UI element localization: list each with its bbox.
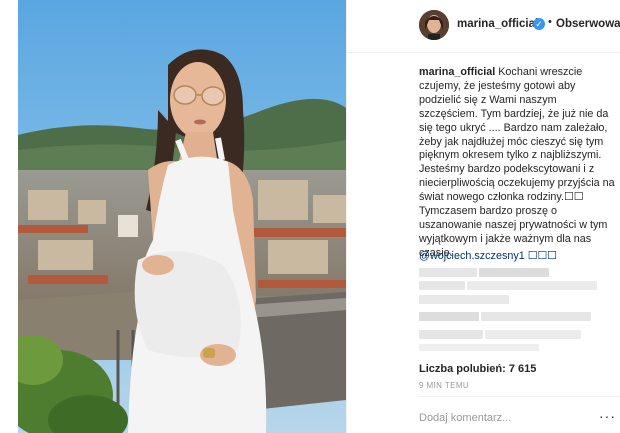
post-photo[interactable] (18, 0, 346, 433)
post-timestamp: 9 MIN TEMU (419, 381, 470, 390)
blurred-comment-line (419, 344, 539, 351)
blurred-comment-line (419, 281, 465, 290)
blurred-comment-line (419, 312, 479, 321)
post-header: marina_official ✓ • Obserwowanie (347, 0, 620, 53)
instagram-post: marina_official ✓ • Obserwowanie marina_… (0, 0, 620, 433)
blurred-comment-line (419, 295, 509, 304)
post-side-panel: marina_official ✓ • Obserwowanie marina_… (346, 0, 620, 433)
mention-link[interactable]: @wojciech.szczesny1 ☐☐☐ (419, 249, 557, 262)
blurred-comment-line (485, 330, 581, 339)
likes-count[interactable]: Liczba polubień: 7 615 (419, 363, 536, 375)
caption-username[interactable]: marina_official (419, 66, 495, 78)
blurred-comment-line (419, 330, 483, 339)
following-button[interactable]: Obserwowanie (556, 18, 620, 30)
blurred-comment-line (479, 268, 549, 277)
post-caption: marina_official Kochani wreszcie czujemy… (419, 66, 615, 261)
blurred-comment-line (467, 281, 597, 290)
avatar[interactable] (419, 10, 449, 40)
verified-badge-icon: ✓ (533, 18, 545, 30)
blurred-comment-line (419, 268, 477, 277)
post-username[interactable]: marina_official (457, 18, 538, 30)
blurred-comment-line (481, 312, 591, 321)
comment-input[interactable]: Dodaj komentarz... (419, 412, 511, 424)
more-options-icon[interactable]: ··· (599, 408, 616, 424)
caption-text: Kochani wreszcie czujemy, że jesteśmy go… (419, 66, 618, 259)
divider (419, 396, 620, 397)
separator-dot: • (548, 16, 552, 28)
